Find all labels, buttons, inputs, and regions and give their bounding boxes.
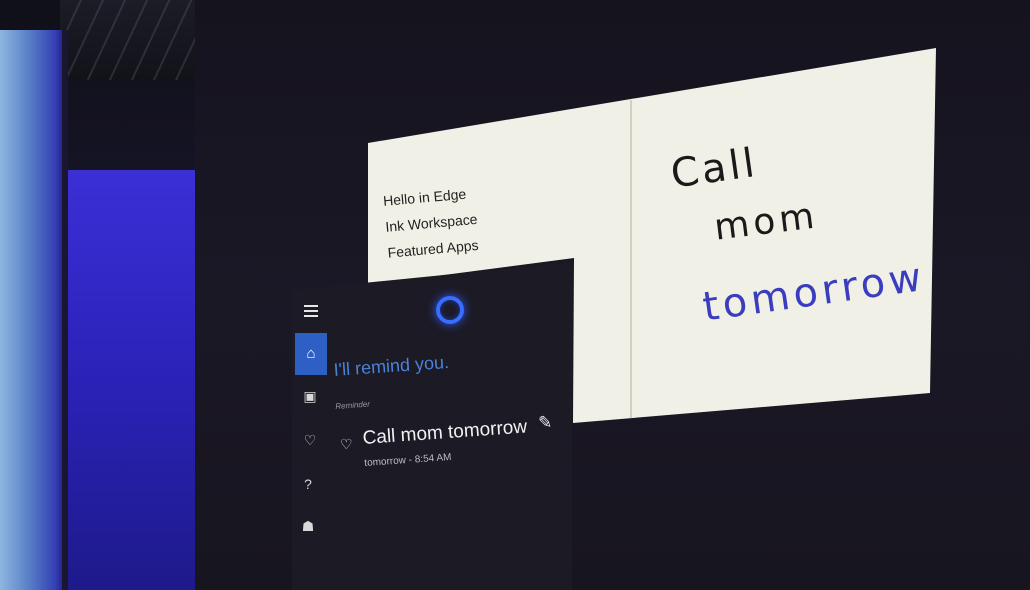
help-icon[interactable]: ? [298,476,318,492]
feedback-icon[interactable]: ☗ [298,518,318,535]
edit-pencil-icon[interactable]: ✎ [538,413,552,433]
edge-side-menu: Hello in Edge Ink Workspace Featured App… [382,180,481,266]
notebook-icon[interactable]: ▣ [300,388,320,405]
pane-divider [630,100,632,418]
home-icon[interactable]: ⌂ [295,333,327,375]
lightbulb-icon[interactable]: ♡ [300,432,320,449]
cortana-ring-icon [436,296,464,324]
left-side-screen [0,30,65,590]
left-screen-bezel [62,30,68,590]
lightbulb-icon: ♡ [340,436,353,452]
menu-icon[interactable] [304,305,318,317]
